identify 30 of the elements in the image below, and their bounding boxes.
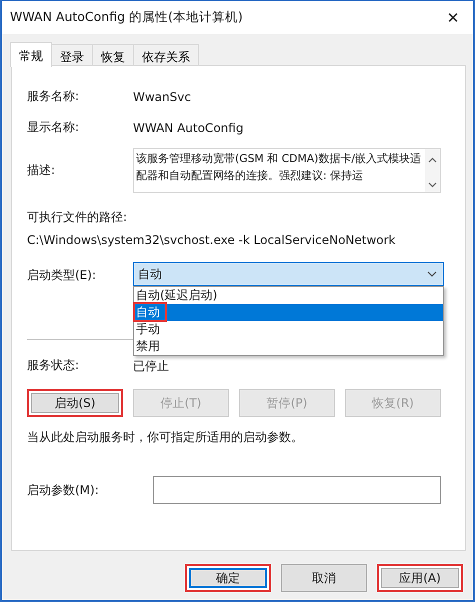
hint-text: 当从此处启动服务时，你可指定所适用的启动参数。 — [27, 429, 304, 446]
tab[interactable]: 恢复 — [92, 44, 134, 66]
startup-type-dropdown[interactable]: 自动 — [133, 262, 444, 286]
dialog-button[interactable]: 取消 — [281, 564, 367, 592]
field-label: 启动类型(E): — [27, 267, 97, 284]
field-label: 可执行文件的路径: — [27, 209, 128, 226]
path-text: C:\Windows\system32\svchost.exe -k LocalServiceNoNetwork — [27, 233, 397, 247]
chevron-down-icon — [427, 271, 437, 277]
field-value: WwanSvc — [133, 90, 191, 104]
dropdown-option[interactable]: 自动 — [134, 304, 443, 321]
scroll-down-icon[interactable] — [428, 182, 437, 188]
service-button[interactable]: 启动(S) — [27, 389, 123, 417]
field-value: WWAN AutoConfig — [133, 120, 244, 134]
field-label: 描述: — [27, 162, 56, 179]
start-parameters-field[interactable] — [153, 476, 441, 504]
tab[interactable]: 依存关系 — [133, 44, 199, 66]
dialog-button[interactable]: 确定 — [185, 564, 271, 592]
dialog-button[interactable]: 应用(A) — [377, 564, 463, 592]
dropdown-option[interactable]: 自动(延迟启动) — [134, 287, 443, 304]
tab[interactable]: 常规 — [10, 42, 52, 67]
window-title: WWAN AutoConfig 的属性(本地计算机) — [10, 9, 243, 26]
field-label: 启动参数(M): — [27, 482, 100, 498]
scroll-up-icon[interactable] — [428, 157, 437, 163]
field-label: 服务名称: — [27, 88, 80, 105]
dropdown-option[interactable]: 禁用 — [134, 338, 443, 355]
dropdown-option[interactable]: 手动 — [134, 321, 443, 338]
field-label: 显示名称: — [27, 119, 80, 136]
description-box[interactable]: 该服务管理移动宽带(GSM 和 CDMA)数据卡/嵌入式模块适配器和自动配置网络的连接。强烈建议: 保持运 — [133, 148, 441, 193]
status-value: 已停止 — [133, 358, 169, 375]
field-label: 服务状态: — [27, 357, 80, 374]
